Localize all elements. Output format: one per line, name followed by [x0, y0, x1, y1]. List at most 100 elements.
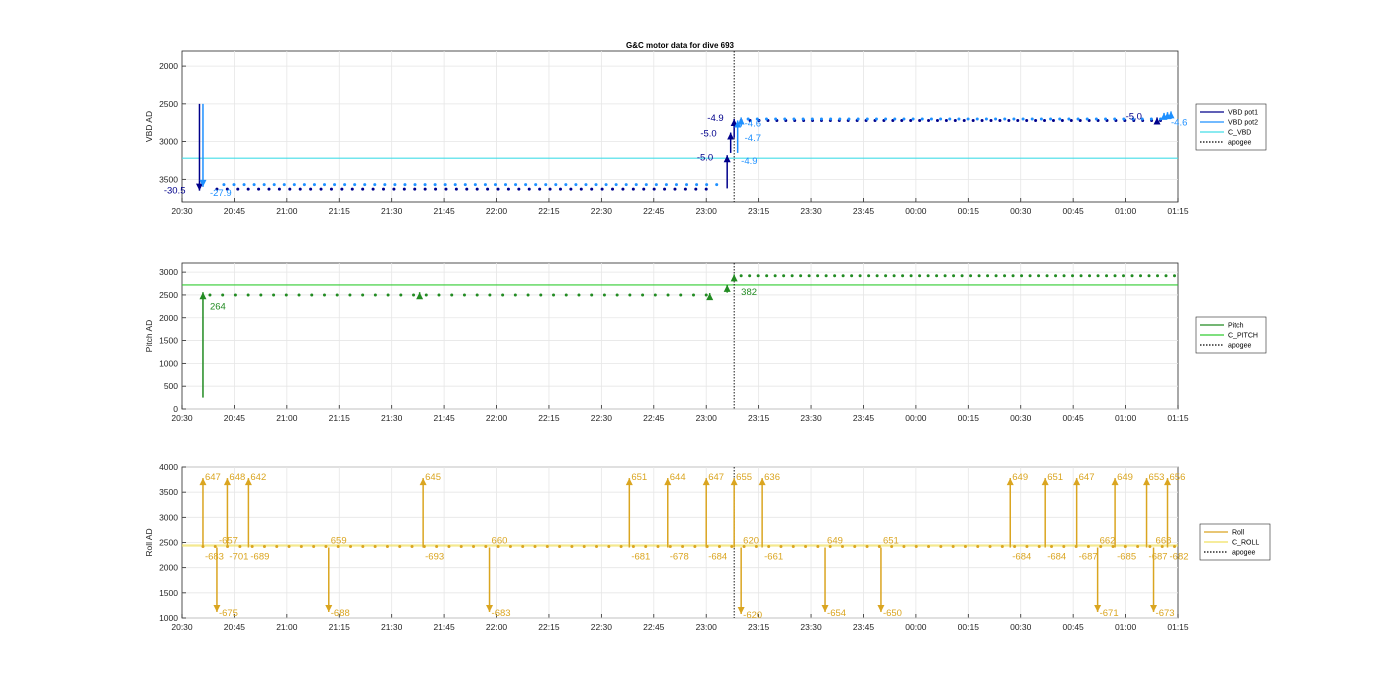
vbd-pot2-point	[819, 117, 823, 121]
vbd-pot1-point	[413, 187, 417, 191]
x-tick-label: 22:15	[538, 206, 560, 216]
pitch-point	[233, 293, 237, 297]
pitch-point	[935, 274, 939, 278]
roll-min-label: -684	[708, 552, 727, 563]
pitch-point	[1037, 274, 1041, 278]
pitch-point	[259, 293, 263, 297]
vbd-data-label: -4.6	[745, 118, 761, 129]
pitch-point	[1122, 274, 1126, 278]
roll-point	[693, 545, 697, 549]
vbd-pot2-point	[975, 117, 979, 121]
pitch-point	[552, 293, 556, 297]
vbd-pot2-point	[674, 183, 678, 187]
y-tick-label: 2000	[159, 61, 178, 71]
x-tick-label: 00:30	[1010, 206, 1032, 216]
pitch-point	[412, 293, 416, 297]
x-tick-label: 22:00	[486, 622, 508, 632]
y-tick-label: 2500	[159, 99, 178, 109]
roll-min-label: -673	[1156, 608, 1175, 619]
vbd-pot1-point	[475, 187, 479, 191]
roll-point	[939, 545, 943, 549]
pitch-point	[679, 293, 683, 297]
vbd-pot1-point	[962, 118, 966, 122]
vbd-pot2-point	[874, 117, 878, 121]
vbd-pot2-point	[911, 117, 915, 121]
vbd-pot2-point	[948, 117, 952, 121]
legend-entry: VBD pot2	[1228, 120, 1258, 127]
legend: Roll C_ROLLapogee	[1199, 523, 1271, 561]
vbd-pot1-point	[361, 187, 365, 191]
vbd-pot2-point	[884, 117, 888, 121]
roll-point	[373, 545, 377, 549]
vbd-pot1-point	[704, 187, 708, 191]
vbd-pot2-point	[715, 183, 719, 187]
vbd-pot1-point	[1060, 118, 1064, 122]
x-tick-label: 00:45	[1063, 413, 1085, 423]
vbd-pot1-point	[257, 187, 261, 191]
roll-min-label: -620	[743, 610, 762, 621]
pitch-point	[875, 274, 879, 278]
vbd-pot2-point	[644, 183, 648, 187]
vbd-pot2-point	[333, 183, 337, 187]
roll-min-label: -683	[492, 608, 511, 619]
x-tick-label: 21:30	[381, 206, 403, 216]
vbd-pot2-point	[343, 183, 347, 187]
pitch-point	[284, 293, 288, 297]
roll-point	[459, 545, 463, 549]
roll-min-label: -685	[1117, 552, 1136, 563]
roll-min-label: -687	[1149, 552, 1168, 563]
vbd-pot2-point	[514, 183, 518, 187]
vbd-pot1-point	[989, 118, 993, 122]
roll-point	[644, 545, 648, 549]
legend-entry: Pitch	[1228, 323, 1244, 330]
roll-point	[914, 545, 918, 549]
x-tick-label: 21:45	[433, 622, 455, 632]
roll-point	[435, 545, 439, 549]
vbd-pot2-point	[574, 183, 578, 187]
y-tick-label: 1500	[159, 336, 178, 346]
x-tick-label: 01:15	[1167, 622, 1189, 632]
legend-entry: apogee	[1228, 140, 1251, 147]
roll-min-label: -693	[425, 552, 444, 563]
pitch-point	[969, 274, 973, 278]
x-tick-label: 01:00	[1115, 413, 1137, 423]
x-tick-label: 23:30	[800, 622, 822, 632]
pitch-point	[564, 293, 568, 297]
vbd-pot2-point	[433, 183, 437, 187]
pitch-point	[892, 274, 896, 278]
roll-point	[717, 545, 721, 549]
pitch-point	[310, 293, 314, 297]
roll-point	[312, 545, 316, 549]
vbd-pot1-point	[527, 187, 531, 191]
vbd-pot2-point	[262, 183, 266, 187]
x-tick-label: 22:15	[538, 413, 560, 423]
pitch-point	[297, 293, 301, 297]
vbd-pot2-point	[1012, 117, 1016, 121]
pitch-point	[977, 274, 981, 278]
vbd-pot2-point	[774, 117, 778, 121]
roll-point	[779, 545, 783, 549]
vbd-pot1-point	[935, 118, 939, 122]
vbd-pot1-point	[600, 187, 604, 191]
vbd-pot2-point	[252, 183, 256, 187]
pitch-point	[884, 274, 888, 278]
roll-min-label: -661	[764, 552, 783, 563]
vbd-pot2-point	[353, 183, 357, 187]
x-tick-label: 00:00	[905, 413, 927, 423]
vbd-pot2-point	[847, 117, 851, 121]
pitch-point	[790, 274, 794, 278]
vbd-pot1-point	[558, 187, 562, 191]
x-tick-label: 22:30	[591, 206, 613, 216]
x-tick-label: 00:15	[958, 622, 980, 632]
pitch-data-label: 264	[210, 301, 226, 312]
x-tick-label: 20:45	[224, 206, 246, 216]
roll-point	[767, 545, 771, 549]
roll-min-label: -681	[631, 552, 650, 563]
vbd-pot2-point	[829, 117, 833, 121]
roll-point	[558, 545, 562, 549]
x-tick-label: 22:30	[591, 413, 613, 423]
roll-point	[730, 545, 734, 549]
x-tick-label: 00:15	[958, 413, 980, 423]
roll-max-label: 649	[1012, 472, 1028, 483]
vbd-pot2-point	[1067, 117, 1071, 121]
